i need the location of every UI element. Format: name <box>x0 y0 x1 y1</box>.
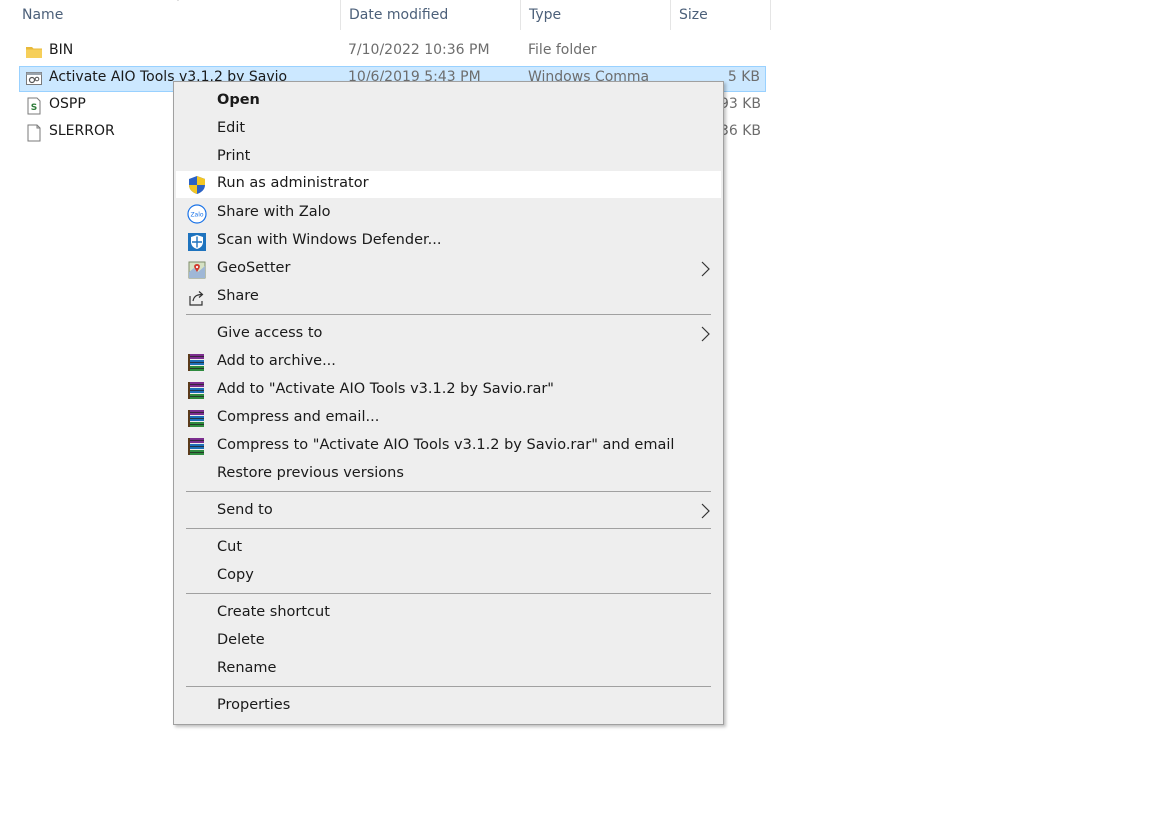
menu-item-label: Rename <box>217 660 277 676</box>
script-file-icon: S <box>25 97 43 115</box>
menu-item-compress-to-rar-and-email[interactable]: Compress to "Activate AIO Tools v3.1.2 b… <box>176 433 721 460</box>
menu-item-run-as-administrator[interactable]: Run as administrator <box>176 171 721 198</box>
menu-item-label: Send to <box>217 502 273 518</box>
winrar-icon <box>187 437 207 457</box>
column-header-size[interactable]: Size <box>671 0 771 30</box>
zalo-icon: Zalo <box>187 204 207 224</box>
menu-separator <box>186 314 711 315</box>
menu-item-label: Copy <box>217 567 254 583</box>
menu-item-label: Share <box>217 288 259 304</box>
column-header-size-label: Size <box>679 7 708 23</box>
context-menu: Open Edit Print Run as administrator Zal… <box>173 81 724 725</box>
menu-item-scan-defender[interactable]: Scan with Windows Defender... <box>176 228 721 255</box>
menu-item-label: Scan with Windows Defender... <box>217 232 442 248</box>
chevron-right-icon <box>699 502 711 520</box>
file-explorer: Name Date modified Type Size BIN 7/10/20… <box>0 0 1152 821</box>
menu-item-copy[interactable]: Copy <box>176 563 721 590</box>
column-header-name-label: Name <box>22 7 64 23</box>
menu-item-properties[interactable]: Properties <box>176 693 721 720</box>
menu-item-label: Open <box>217 92 260 108</box>
menu-item-label: Restore previous versions <box>217 465 404 481</box>
menu-separator <box>186 686 711 687</box>
sort-indicator-icon <box>172 0 184 6</box>
menu-item-print[interactable]: Print <box>176 144 721 171</box>
menu-item-label: Delete <box>217 632 265 648</box>
menu-item-edit[interactable]: Edit <box>176 116 721 143</box>
menu-item-label: Add to "Activate AIO Tools v3.1.2 by Sav… <box>217 381 554 397</box>
menu-item-cut[interactable]: Cut <box>176 535 721 562</box>
menu-item-add-to-rar[interactable]: Add to "Activate AIO Tools v3.1.2 by Sav… <box>176 377 721 404</box>
winrar-icon <box>187 353 207 373</box>
folder-icon <box>25 43 43 61</box>
svg-text:S: S <box>31 103 37 113</box>
menu-item-geosetter[interactable]: GeoSetter <box>176 256 721 283</box>
menu-item-label: Compress to "Activate AIO Tools v3.1.2 b… <box>217 437 675 453</box>
menu-separator <box>186 491 711 492</box>
share-icon <box>187 288 207 308</box>
menu-item-rename[interactable]: Rename <box>176 656 721 683</box>
menu-item-label: Properties <box>217 697 291 713</box>
column-header-type[interactable]: Type <box>521 0 671 30</box>
file-size: 36 KB <box>719 123 761 139</box>
geosetter-icon <box>187 260 207 280</box>
menu-separator <box>186 528 711 529</box>
file-name: SLERROR <box>49 123 115 139</box>
menu-item-label: Add to archive... <box>217 353 336 369</box>
column-header-date[interactable]: Date modified <box>341 0 521 30</box>
menu-item-label: Compress and email... <box>217 409 380 425</box>
chevron-right-icon <box>699 325 711 343</box>
menu-item-delete[interactable]: Delete <box>176 628 721 655</box>
menu-item-label: Give access to <box>217 325 323 341</box>
file-type: File folder <box>528 42 597 58</box>
file-size: 93 KB <box>719 96 761 112</box>
menu-separator <box>186 593 711 594</box>
menu-item-label: Print <box>217 148 251 164</box>
column-header-type-label: Type <box>529 7 562 23</box>
file-row[interactable]: BIN 7/10/2022 10:36 PM File folder <box>19 39 766 65</box>
winrar-icon <box>187 381 207 401</box>
menu-item-label: Create shortcut <box>217 604 330 620</box>
menu-item-send-to[interactable]: Send to <box>176 498 721 525</box>
menu-item-give-access[interactable]: Give access to <box>176 321 721 348</box>
menu-item-restore-previous-versions[interactable]: Restore previous versions <box>176 461 721 488</box>
menu-item-add-to-archive[interactable]: Add to archive... <box>176 349 721 376</box>
cmd-file-icon <box>25 70 43 88</box>
menu-item-open[interactable]: Open <box>176 88 721 115</box>
blank-file-icon <box>25 124 43 142</box>
menu-item-label: Edit <box>217 120 246 136</box>
menu-item-compress-and-email[interactable]: Compress and email... <box>176 405 721 432</box>
file-size: 5 KB <box>727 69 760 85</box>
file-date: 7/10/2022 10:36 PM <box>348 42 490 58</box>
chevron-right-icon <box>699 260 711 278</box>
file-name: BIN <box>49 42 74 58</box>
menu-item-share-with-zalo[interactable]: Zalo Share with Zalo <box>176 200 721 227</box>
windows-defender-icon <box>187 232 207 252</box>
menu-item-label: Share with Zalo <box>217 204 331 220</box>
winrar-icon <box>187 409 207 429</box>
file-name: OSPP <box>49 96 86 112</box>
menu-item-create-shortcut[interactable]: Create shortcut <box>176 600 721 627</box>
zalo-icon-text: Zalo <box>190 212 203 219</box>
menu-item-label: Cut <box>217 539 242 555</box>
menu-item-label: GeoSetter <box>217 260 291 276</box>
menu-item-share[interactable]: Share <box>176 284 721 311</box>
uac-shield-icon <box>187 175 207 195</box>
menu-item-label: Run as administrator <box>217 175 369 191</box>
column-header-date-label: Date modified <box>349 7 449 23</box>
